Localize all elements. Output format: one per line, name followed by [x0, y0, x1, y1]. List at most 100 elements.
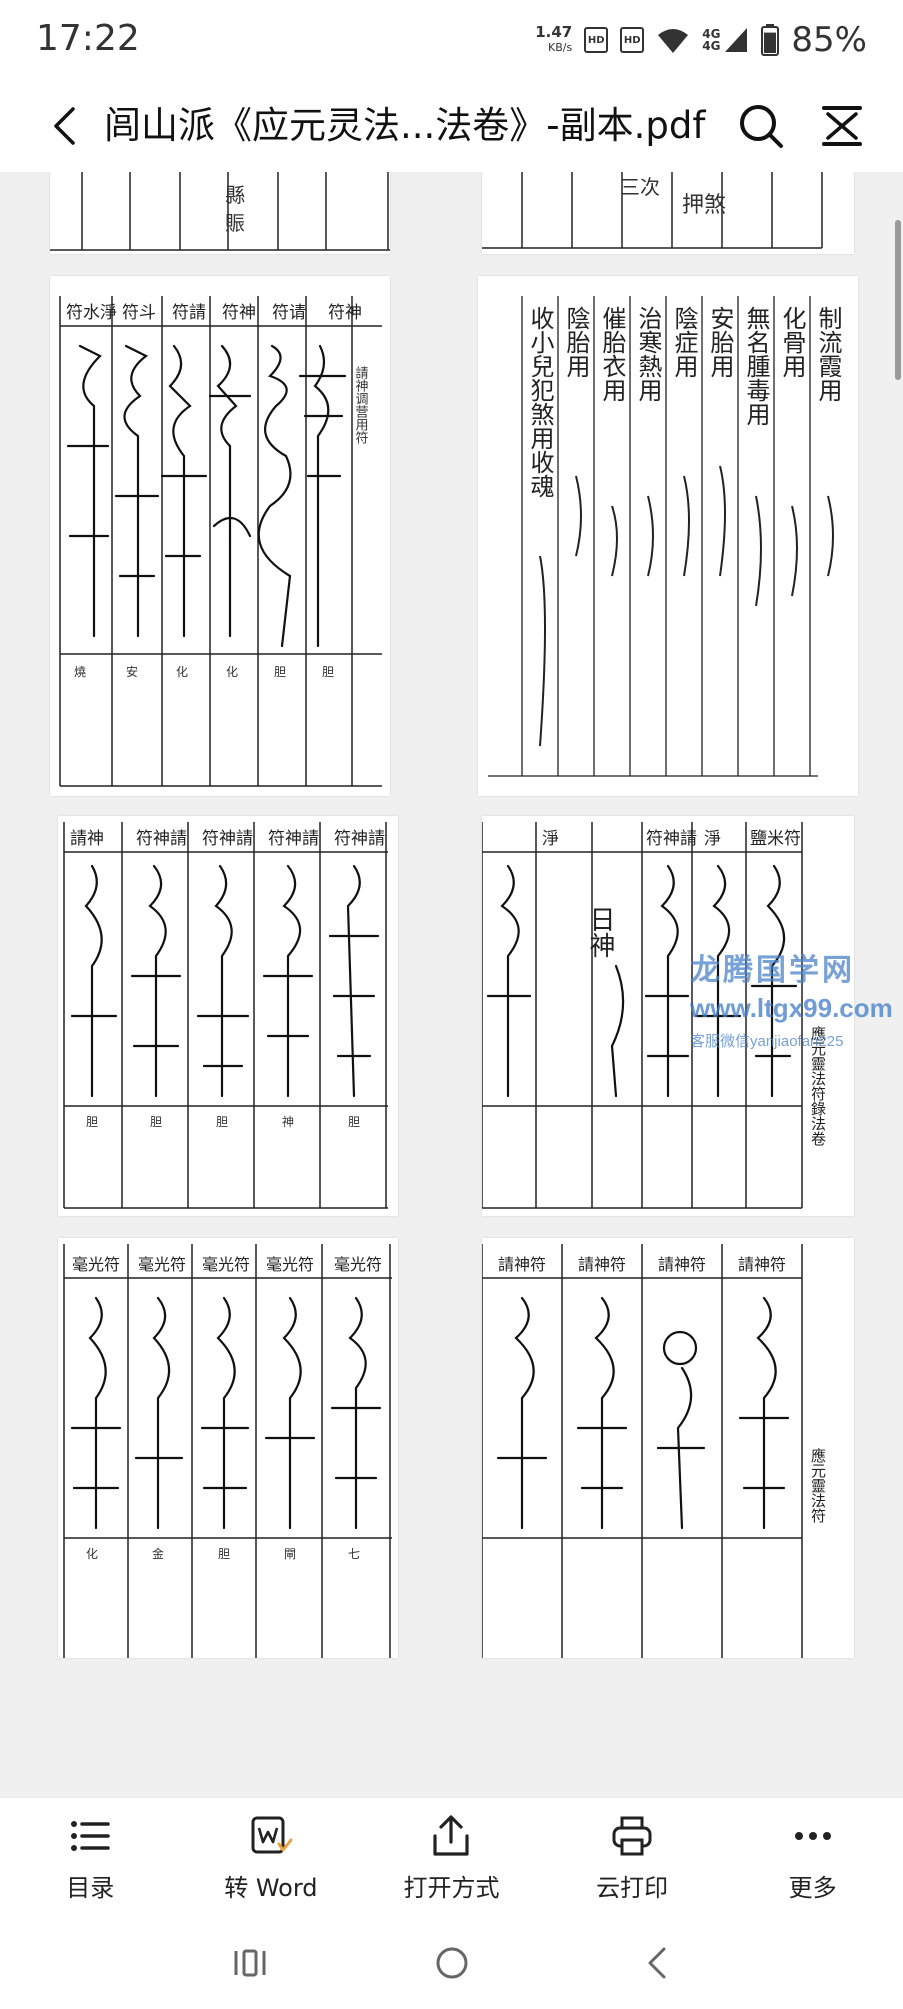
column-header: 毫光符 — [138, 1255, 186, 1274]
network-speed: 1.47 KB/s — [535, 25, 572, 55]
hd-sim1-label: HD — [587, 34, 605, 46]
convert-word-icon — [251, 1816, 293, 1853]
page-text: 制流霞用 — [814, 306, 842, 402]
text-page: 制流霞用 化骨用 無名腫毒用 安胎用 陰症用 治寒熱用 催胎衣用 陰胎用 收小兒… — [488, 296, 842, 777]
page-text: 收小兒犯煞用收魂 — [526, 306, 554, 498]
column-header: 毫光符 — [334, 1255, 382, 1274]
column-header: 鹽米符 — [750, 829, 801, 849]
printer-icon — [612, 1816, 652, 1855]
wifi-icon — [658, 29, 689, 53]
svg-text:胆: 胆 — [274, 665, 286, 679]
status-bar: 17:22 1.47 KB/s HD HD 4G 4G 85% — [0, 0, 903, 80]
back-button[interactable] — [44, 104, 84, 148]
svg-text:胆: 胆 — [150, 1115, 162, 1129]
toc-label: 目录 — [66, 1873, 115, 1902]
search-icon — [740, 105, 783, 148]
charm-page: 請神符 請神符 請神符 請神符 應元靈法符 — [482, 1244, 827, 1658]
column-header: 請神符 — [658, 1255, 706, 1274]
open-with-label: 打开方式 — [403, 1873, 500, 1902]
charm-page: 毫光符 毫光符 毫光符 毫光符 毫光符 七 閘 胆 金 化 — [63, 1244, 392, 1658]
title-bar: 闾山派《应元灵法...法卷》-副本.pdf — [0, 80, 903, 172]
recent-apps-icon — [234, 1949, 266, 1977]
convert-word-label: 转 Word — [224, 1873, 318, 1902]
pdf-page-row3-left: 符神請 符神請 符神請 符神請 請神 胆 神 胆 胆 胆 — [58, 816, 398, 1216]
page-caption: 應元靈法符錄法卷 — [809, 1025, 827, 1146]
scrollbar-thumb[interactable] — [895, 220, 901, 380]
page-text: 三次 — [620, 175, 660, 199]
page-caption: 請神调营用符 — [353, 366, 369, 444]
status-time: 17:22 — [36, 18, 140, 59]
battery-icon — [761, 24, 780, 56]
column-header: 請神符 — [738, 1255, 786, 1274]
svg-text:化: 化 — [226, 665, 238, 679]
home-icon — [436, 1947, 468, 1979]
column-header: 淨 — [704, 829, 721, 849]
nav-back-icon — [648, 1947, 666, 1979]
fit-width-button[interactable] — [816, 100, 868, 152]
pdf-page-row2-right: 制流霞用 化骨用 無名腫毒用 安胎用 陰症用 治寒熱用 催胎衣用 陰胎用 收小兒… — [478, 276, 858, 796]
search-button[interactable] — [735, 100, 787, 152]
page-text: 日神 — [585, 906, 615, 958]
page-text: 催胎衣用 — [598, 306, 626, 402]
svg-text:金: 金 — [152, 1546, 164, 1561]
network-speed-unit: KB/s — [548, 41, 573, 54]
column-header: 符神請 — [268, 829, 319, 849]
charm-page: 符神 符请 符神 符請 符斗 符水淨 請神调营用符 胆 胆 化 化 安 燒 — [59, 296, 382, 787]
page-lines: 縣 賑 — [50, 172, 390, 251]
signal2-label: 4G — [702, 39, 721, 53]
pdf-viewer[interactable]: 縣 賑 三次 押煞 符神 符请 符神 符請 符斗 符水淨 請神调营用符 胆 胆 … — [0, 172, 903, 1797]
pdf-page-row4-left: 毫光符 毫光符 毫光符 毫光符 毫光符 七 閘 胆 金 化 — [58, 1238, 398, 1658]
svg-text:賑: 賑 — [225, 211, 245, 235]
svg-text:胆: 胆 — [216, 1115, 228, 1129]
column-header: 請神符 — [578, 1255, 626, 1274]
convert-word-button[interactable]: 转 Word — [181, 1798, 362, 1918]
pdf-page-row3-right: 鹽米符 淨 符神請 淨 日神 應元靈法符錄法卷 — [482, 816, 854, 1216]
pdf-page-row4-right: 請神符 請神符 請神符 請神符 應元靈法符 — [482, 1238, 854, 1658]
cloud-print-label: 云打印 — [596, 1873, 669, 1902]
charm-page: 符神請 符神請 符神請 符神請 請神 胆 神 胆 胆 胆 — [63, 822, 388, 1209]
column-header: 符斗 — [122, 303, 156, 323]
hd-sim2-label: HD — [623, 34, 641, 46]
share-icon — [433, 1814, 470, 1856]
column-header: 符神請 — [334, 829, 385, 849]
column-header: 毫光符 — [202, 1255, 250, 1274]
charm-page: 鹽米符 淨 符神請 淨 日神 應元靈法符錄法卷 — [482, 822, 827, 1209]
toc-button[interactable]: 目录 — [0, 1798, 181, 1918]
column-header: 符神 — [328, 303, 362, 323]
svg-text:縣: 縣 — [225, 183, 245, 207]
column-header: 毫光符 — [266, 1255, 314, 1274]
nav-back-button[interactable] — [634, 1939, 682, 1987]
svg-text:神: 神 — [282, 1115, 294, 1129]
recent-apps-button[interactable] — [226, 1939, 274, 1987]
svg-text:胆: 胆 — [86, 1115, 98, 1129]
page-text: 無名腫毒用 — [742, 306, 770, 426]
page-text: 安胎用 — [706, 306, 734, 378]
pdf-page-row2-left: 符神 符请 符神 符請 符斗 符水淨 請神调营用符 胆 胆 化 化 安 燒 — [50, 276, 390, 796]
column-header: 淨 — [542, 829, 559, 849]
column-header: 請神符 — [498, 1255, 546, 1274]
open-with-button[interactable]: 打开方式 — [361, 1798, 542, 1918]
fit-width-icon — [822, 106, 862, 146]
svg-text:七: 七 — [348, 1547, 360, 1561]
column-header: 符水淨 — [66, 303, 117, 323]
hd-sim2-icon: HD — [620, 27, 645, 53]
more-button[interactable]: 更多 — [722, 1798, 903, 1918]
home-button[interactable] — [428, 1939, 476, 1987]
column-header: 毫光符 — [72, 1255, 120, 1274]
more-label: 更多 — [788, 1873, 837, 1902]
page-text: 化骨用 — [778, 306, 806, 378]
bottom-toolbar: 目录 转 Word 打开方式 云打印 更多 — [0, 1797, 903, 1917]
page-text: 陰症用 — [670, 306, 698, 378]
status-icons: 1.47 KB/s HD HD 4G 4G 85% — [535, 18, 867, 62]
column-header: 符神請 — [136, 829, 187, 849]
cloud-print-button[interactable]: 云打印 — [542, 1798, 723, 1918]
svg-text:安: 安 — [126, 664, 138, 679]
document-title: 闾山派《应元灵法...法卷》-副本.pdf — [104, 104, 706, 147]
page-text: 陰胎用 — [562, 306, 590, 378]
svg-text:化: 化 — [176, 665, 188, 679]
column-header: 符神 — [222, 303, 256, 323]
svg-text:胆: 胆 — [218, 1547, 230, 1561]
chevron-left-icon — [54, 107, 75, 145]
column-header: 符请 — [272, 303, 306, 323]
hd-sim1-icon: HD — [584, 27, 609, 53]
